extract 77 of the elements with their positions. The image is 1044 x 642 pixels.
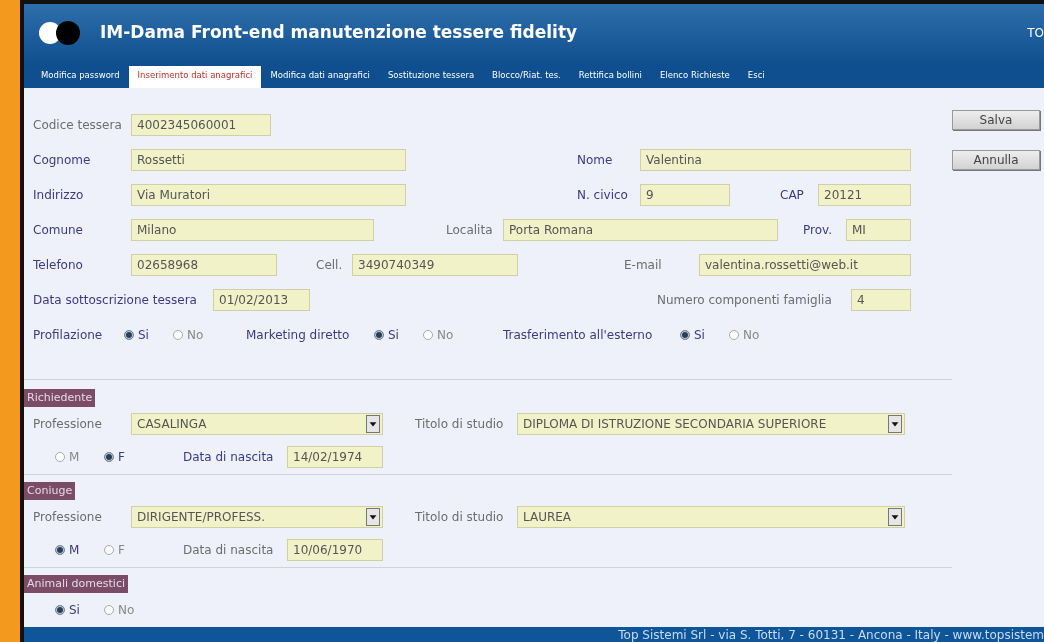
dropdown-field[interactable]: LAUREA — [517, 506, 905, 529]
input-field[interactable]: MI — [846, 219, 911, 242]
field-label: Profilazione — [33, 327, 104, 345]
nav-tab[interactable]: Rettifica bollini — [569, 66, 651, 88]
input-field[interactable]: Milano — [131, 219, 374, 242]
radio-button[interactable] — [55, 605, 65, 616]
field-label: Marketing diretto — [246, 327, 351, 345]
field-label: Cell. — [316, 257, 344, 275]
field-label: Data di nascita — [183, 449, 275, 467]
input-field[interactable]: 02658968 — [131, 254, 277, 277]
field-label: Nome — [577, 152, 614, 170]
form-button[interactable]: Salva — [952, 109, 1040, 130]
field-label: Indirizzo — [33, 187, 85, 205]
input-field[interactable]: 9 — [640, 184, 730, 207]
radio-label[interactable]: Si — [694, 326, 705, 345]
field-label: Professione — [33, 416, 103, 434]
nav-tab[interactable]: Sostituzione tessera — [378, 66, 484, 88]
radio-button[interactable] — [55, 452, 65, 463]
radio-button[interactable] — [374, 330, 384, 341]
input-field[interactable]: 10/06/1970 — [287, 539, 383, 562]
logo-icon — [38, 21, 82, 46]
dropdown-field[interactable]: CASALINGA — [131, 413, 383, 436]
input-field[interactable]: 4 — [851, 289, 911, 312]
radio-label[interactable]: Si — [138, 326, 149, 345]
field-label: N. civico — [577, 187, 629, 205]
input-field[interactable]: Rossetti — [131, 149, 406, 172]
nav-tab[interactable]: Inserimento dati anagrafici — [128, 66, 262, 88]
radio-button[interactable] — [55, 545, 65, 556]
input-field[interactable]: 4002345060001 — [131, 114, 271, 137]
field-label: Professione — [33, 509, 103, 527]
input-field[interactable]: 3490740349 — [352, 254, 518, 277]
radio-label[interactable]: Si — [69, 601, 80, 620]
field-label: CAP — [780, 187, 805, 205]
section-header: Coniuge — [24, 481, 76, 500]
radio-button[interactable] — [124, 330, 134, 341]
field-label: Cognome — [33, 152, 92, 170]
dropdown-field[interactable]: DIPLOMA DI ISTRUZIONE SECONDARIA SUPERIORE — [517, 413, 905, 436]
input-field[interactable]: 14/02/1974 — [287, 446, 383, 469]
radio-button[interactable] — [423, 330, 433, 341]
radio-label[interactable]: Si — [388, 326, 399, 345]
radio-button[interactable] — [680, 330, 690, 341]
dropdown-field[interactable]: DIRIGENTE/PROFESS. — [131, 506, 383, 529]
field-label: Telefono — [33, 257, 84, 275]
input-field[interactable]: Via Muratori — [131, 184, 406, 207]
nav-tab[interactable]: Modifica password — [32, 66, 129, 88]
nav-tab[interactable]: Blocco/Riat. tes. — [483, 66, 570, 88]
section-header: Animali domestici — [24, 574, 129, 593]
field-label: Prov. — [803, 222, 834, 240]
field-label: E-mail — [624, 257, 663, 275]
field-label: Data sottoscrizione tessera — [33, 292, 198, 310]
input-field[interactable]: valentina.rossetti@web.it — [699, 254, 911, 277]
field-label: Localita — [446, 222, 494, 240]
field-label: Numero componenti famiglia — [657, 292, 833, 310]
radio-button[interactable] — [173, 330, 183, 341]
radio-label[interactable]: M — [69, 541, 80, 560]
field-label: Codice tessera — [33, 117, 123, 135]
form-button[interactable]: Annulla — [952, 149, 1040, 170]
radio-button[interactable] — [104, 605, 114, 616]
nav-tab[interactable]: Esci — [738, 66, 774, 88]
header-text: TO — [1027, 25, 1044, 43]
field-label: Titolo di studio — [415, 509, 505, 527]
input-field[interactable]: Porta Romana — [503, 219, 778, 242]
radio-label[interactable]: F — [118, 448, 125, 467]
input-field[interactable]: 01/02/2013 — [213, 289, 310, 312]
section-header: Richiedente — [24, 388, 96, 407]
footer-text: Top Sistemi Srl - via S. Totti, 7 - 60131 - Ancona - Italy - www.topsistem — [24, 626, 1044, 642]
input-field[interactable]: Valentina — [640, 149, 911, 172]
field-label: Data di nascita — [183, 542, 275, 560]
app-title: IM-Dama Front-end manutenzione tessere fidelity — [100, 21, 578, 45]
nav-tab[interactable]: Elenco Richieste — [651, 66, 739, 88]
field-label: Titolo di studio — [415, 416, 505, 434]
radio-button[interactable] — [729, 330, 739, 341]
nav-tab[interactable]: Modifica dati anagrafici — [261, 66, 379, 88]
field-label: Comune — [33, 222, 84, 240]
field-label: Trasferimento all'esterno — [503, 327, 654, 345]
input-field[interactable]: 20121 — [818, 184, 911, 207]
radio-button[interactable] — [104, 545, 114, 556]
